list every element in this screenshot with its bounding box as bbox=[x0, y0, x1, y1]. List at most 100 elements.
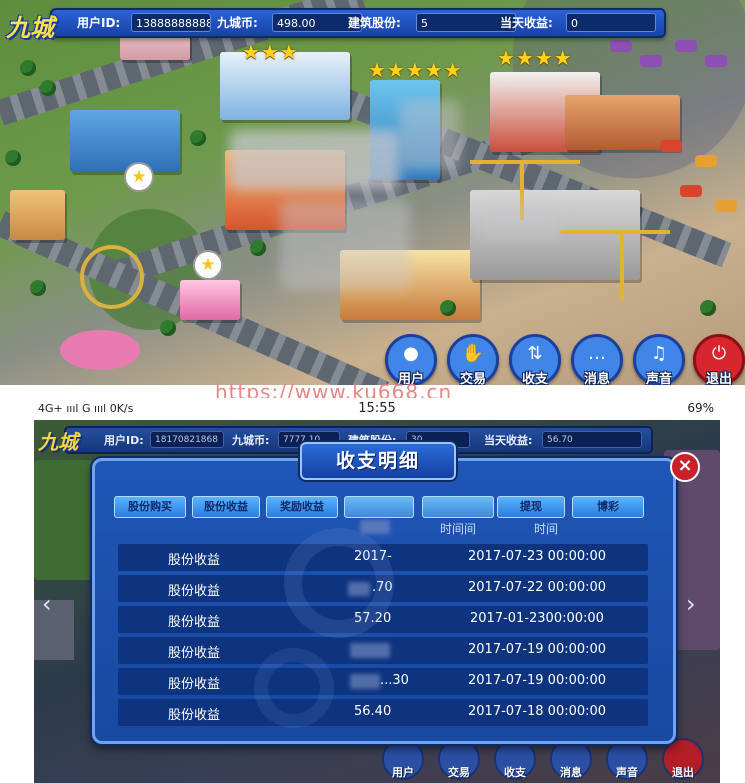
crane-arm bbox=[470, 160, 580, 164]
modal-title: 收支明细 bbox=[335, 450, 420, 472]
sound-button[interactable]: ♫ 声音 bbox=[633, 334, 685, 385]
tab-share-income[interactable]: 股份收益 bbox=[192, 496, 260, 518]
close-icon[interactable]: × bbox=[670, 452, 700, 482]
building-rating-stars: ★★★ bbox=[242, 40, 299, 64]
road bbox=[34, 600, 74, 660]
car bbox=[610, 40, 632, 52]
game-logo: 九城 bbox=[2, 4, 58, 42]
tab-blurred[interactable] bbox=[344, 496, 414, 518]
income-expense-button[interactable]: 收支 bbox=[494, 738, 536, 780]
tree bbox=[40, 80, 56, 96]
tab-lottery[interactable]: 博彩 bbox=[572, 496, 644, 518]
tab-reward-income[interactable]: 奖励收益 bbox=[266, 496, 338, 518]
car bbox=[660, 140, 682, 152]
user-id-label: 用户ID: bbox=[104, 434, 144, 447]
message-button[interactable]: 消息 bbox=[550, 738, 592, 780]
user-button[interactable]: 用户 bbox=[382, 738, 424, 780]
user-icon: ● bbox=[403, 343, 419, 364]
tree bbox=[250, 240, 266, 256]
income-expense-button[interactable]: ⇅ 收支 bbox=[509, 334, 561, 385]
row-time: 2017-07-22 00:00:00 bbox=[468, 580, 607, 595]
censored-area bbox=[230, 130, 400, 190]
exit-button-label: 退出 bbox=[705, 372, 732, 385]
crane bbox=[620, 230, 624, 300]
censored-area bbox=[400, 100, 460, 170]
crane-arm bbox=[560, 230, 670, 234]
trade-button[interactable]: ✋ 交易 bbox=[447, 334, 499, 385]
phone-status-bar: 4G+ ıııl G ıııl 0K/s 15:55 69% bbox=[34, 398, 720, 420]
building-house[interactable] bbox=[10, 190, 65, 240]
carousel bbox=[60, 330, 140, 370]
row-amount: 56.40 bbox=[354, 704, 392, 719]
trade-button[interactable]: 交易 bbox=[438, 738, 480, 780]
building-blue-office[interactable] bbox=[70, 110, 180, 172]
message-button-label: 消息 bbox=[583, 372, 610, 385]
phone-screenshot: 4G+ ıııl G ıııl 0K/s 15:55 69% ‹ › 用户ID:… bbox=[34, 398, 720, 783]
handshake-icon: ✋ bbox=[461, 343, 485, 364]
modal-title-banner: 收支明细 bbox=[300, 442, 456, 480]
row-type: 股份收益 bbox=[168, 708, 221, 723]
table-row: 股份收益 56.40 2017-07-18 00:00:00 bbox=[118, 699, 648, 726]
tree bbox=[440, 300, 456, 316]
sound-icon: ♫ bbox=[650, 343, 668, 364]
user-button[interactable]: ● 用户 bbox=[385, 334, 437, 385]
game-logo-text: 九城 bbox=[38, 430, 78, 454]
user-button-label: 用户 bbox=[392, 766, 414, 779]
row-type: 股份收益 bbox=[168, 553, 221, 568]
exit-button[interactable]: ⏻ 退出 bbox=[693, 334, 745, 385]
game-logo-text: 九城 bbox=[6, 13, 54, 42]
censored-cell bbox=[350, 674, 380, 689]
message-button[interactable]: … 消息 bbox=[571, 334, 623, 385]
updown-arrows-icon: ⇅ bbox=[527, 343, 543, 364]
user-id-value: 13888888888 bbox=[131, 13, 211, 32]
building-rating-stars: ★★★★ bbox=[497, 46, 573, 70]
battery-level: 69% bbox=[687, 401, 714, 415]
trade-button-label: 交易 bbox=[459, 372, 486, 385]
car bbox=[675, 40, 697, 52]
column-header: 时间间 bbox=[440, 522, 477, 536]
censored-area bbox=[480, 200, 560, 240]
exit-button[interactable]: 退出 bbox=[662, 738, 704, 780]
sound-button-label: 声音 bbox=[616, 766, 638, 779]
daily-income-value: 0 bbox=[566, 13, 656, 32]
power-icon: ⏻ bbox=[711, 343, 727, 364]
censored-header bbox=[360, 520, 390, 534]
sound-button-label: 声音 bbox=[645, 372, 672, 385]
row-time: 2017-07-23 00:00:00 bbox=[468, 549, 607, 564]
star-marker-icon[interactable]: ★ bbox=[124, 162, 154, 192]
car bbox=[705, 55, 727, 67]
daily-income-label: 当天收益: bbox=[500, 16, 553, 30]
left-arrow-icon[interactable]: ‹ bbox=[42, 590, 52, 618]
censored-cell bbox=[350, 643, 390, 658]
clock: 15:55 bbox=[358, 401, 396, 416]
car bbox=[715, 200, 737, 212]
right-arrow-icon[interactable]: › bbox=[686, 590, 696, 618]
building-kiosk[interactable] bbox=[180, 280, 240, 320]
column-header-time: 时间 bbox=[534, 522, 559, 536]
income-expense-button-label: 收支 bbox=[521, 372, 548, 385]
star-marker-icon[interactable]: ★ bbox=[193, 250, 223, 280]
row-type: 股份收益 bbox=[168, 615, 221, 630]
building-rating-stars: ★★★★★ bbox=[368, 58, 463, 82]
tree bbox=[30, 280, 46, 296]
row-type: 股份收益 bbox=[168, 584, 221, 599]
tree bbox=[5, 150, 21, 166]
row-time: 2017-07-19 00:00:00 bbox=[468, 642, 607, 657]
tab-share-purchase[interactable]: 股份购买 bbox=[114, 496, 186, 518]
tab-blurred[interactable] bbox=[422, 496, 494, 518]
row-type: 股份收益 bbox=[168, 646, 221, 661]
coins-label: 九城币: bbox=[232, 434, 270, 447]
coins-label: 九城币: bbox=[217, 16, 258, 30]
income-expense-button-label: 收支 bbox=[504, 766, 526, 779]
ferris-wheel[interactable] bbox=[80, 245, 144, 309]
tab-withdraw[interactable]: 提现 bbox=[497, 496, 565, 518]
user-id-label: 用户ID: bbox=[77, 16, 121, 30]
row-amount: ...30 bbox=[380, 673, 409, 688]
player-info-bar: 用户ID: 13888888888 九城币: 498.00 建筑股份: 5 当天… bbox=[50, 8, 666, 38]
message-button-label: 消息 bbox=[560, 766, 582, 779]
tree-cluster bbox=[34, 460, 94, 580]
table-row: 股份收益 ...30 2017-07-19 00:00:00 bbox=[118, 668, 648, 695]
sound-button[interactable]: 声音 bbox=[606, 738, 648, 780]
tree bbox=[160, 320, 176, 336]
trade-button-label: 交易 bbox=[448, 766, 470, 779]
